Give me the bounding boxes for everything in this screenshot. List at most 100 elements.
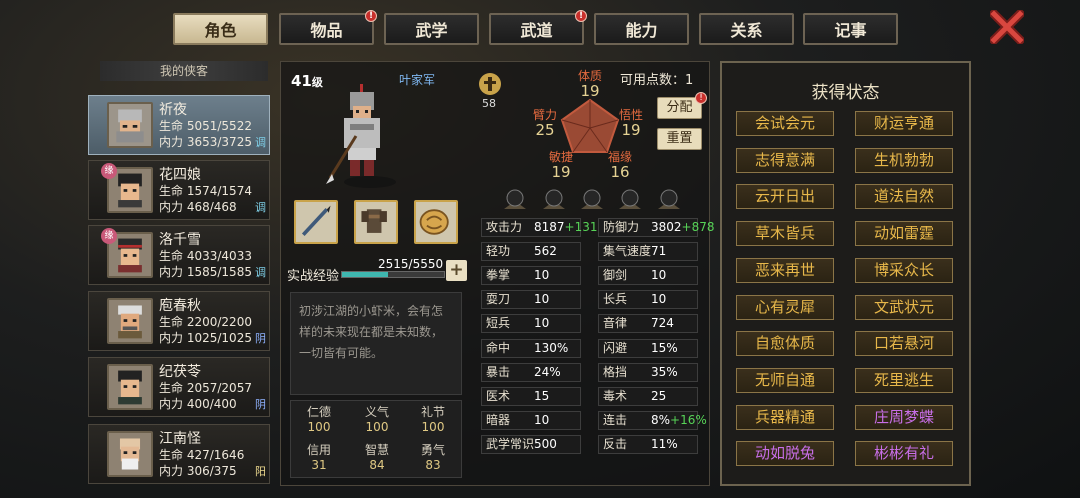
martial-emblem-icon	[479, 73, 501, 95]
hp-line: 生命 2200/2200	[159, 313, 252, 330]
status-item[interactable]: 口若悬河	[855, 331, 953, 357]
add-exp-button[interactable]: +	[446, 260, 467, 281]
status-item[interactable]: 兵器精通	[736, 404, 834, 430]
weapon-slot[interactable]	[294, 200, 338, 244]
stat-row: 连击 8%+16%	[598, 410, 707, 430]
empty-orb-slot-icon[interactable]	[579, 187, 605, 213]
stat-row: 暴击 24%	[481, 362, 581, 382]
status-item[interactable]: 心有灵犀	[736, 294, 834, 320]
character-card-huasiniang[interactable]: 缘 花四娘 生命 1574/1574 内力 468/468 调	[88, 160, 270, 220]
mp-value: 1585/1585	[186, 265, 252, 279]
points-label: 可用点数：	[620, 73, 686, 88]
character-card-jiangnanguai[interactable]: 江南怪 生命 427/1646 内力 306/375 阳	[88, 424, 270, 484]
empty-orb-slot-icon[interactable]	[541, 187, 567, 213]
status-item[interactable]: 恶来再世	[736, 257, 834, 283]
bun-icon	[419, 209, 449, 235]
attribute-pentagon	[560, 98, 620, 153]
status-item[interactable]: 文武状元	[855, 294, 953, 320]
virtue-cell: 信用 31	[291, 441, 347, 472]
empty-orb-slot-icon[interactable]	[617, 187, 643, 213]
status-item[interactable]: 自愈体质	[736, 331, 834, 357]
status-item[interactable]: 财运亨通	[855, 111, 953, 136]
tab-label: 角色	[204, 21, 237, 40]
hp-label: 生命	[159, 448, 184, 462]
stat-number: 11%	[651, 436, 678, 451]
stat-number: 10	[534, 412, 550, 427]
status-item[interactable]: 会试会元	[736, 111, 834, 136]
allocate-button[interactable]: 分配!	[657, 92, 707, 119]
status-item[interactable]: 道法自然	[855, 184, 953, 210]
empty-orb-slot-icon[interactable]	[502, 187, 528, 213]
tab-items[interactable]: 物品!	[279, 10, 377, 45]
empty-orb-slot-icon[interactable]	[656, 187, 682, 213]
status-item[interactable]: 无师自通	[736, 367, 834, 393]
stat-value: 35%	[651, 364, 678, 381]
attribute-value: 19	[621, 121, 641, 139]
tab-abilities[interactable]: 能力	[594, 13, 689, 45]
stat-row: 轻功 562	[481, 242, 581, 262]
virtue-value: 100	[421, 420, 445, 434]
hp-value: 427/1646	[186, 448, 245, 462]
virtue-value: 100	[365, 420, 389, 434]
stat-number: 724	[651, 316, 674, 331]
stat-row: 长兵 10	[598, 290, 698, 310]
status-item[interactable]: 博采众长	[855, 257, 953, 283]
tab-martial-way[interactable]: 武道!	[489, 10, 587, 45]
character-card-jifuling[interactable]: 纪茯苓 生命 2057/2057 内力 400/400 阴	[88, 357, 270, 417]
character-card-luoqianxue[interactable]: 缘 洛千雪 生命 4033/4033 内力 1585/1585 调	[88, 225, 270, 285]
stat-value: 562	[534, 243, 557, 260]
tab-martial-arts[interactable]: 武学	[384, 13, 479, 45]
tab-journal[interactable]: 记事	[803, 13, 898, 45]
mp-line: 内力 306/375	[159, 462, 237, 479]
hp-value: 2057/2057	[186, 381, 252, 395]
stat-row: 拳掌 10	[481, 266, 581, 286]
status-tag: 调	[255, 266, 266, 279]
reset-button[interactable]: 重置	[657, 128, 702, 150]
status-item[interactable]: 庄周梦蝶	[855, 404, 953, 430]
stat-label: 暗器	[486, 412, 511, 427]
status-tag: 阴	[255, 332, 266, 345]
status-tag: 阳	[255, 465, 266, 478]
accessory-slot[interactable]	[414, 200, 458, 244]
virtues-grid: 仁德 100 义气 100 礼节 100 信用 31 智慧 84 勇气 83	[290, 400, 462, 478]
status-item[interactable]: 动如脱兔	[736, 441, 834, 467]
tab-relations[interactable]: 关系	[699, 13, 794, 45]
stat-label: 御剑	[603, 268, 628, 283]
tab-role[interactable]: 角色	[173, 13, 268, 45]
attribute-minjie: 敏捷 19	[543, 150, 579, 180]
hp-line: 生命 1574/1574	[159, 182, 252, 199]
armor-slot[interactable]	[354, 200, 398, 244]
stat-bonus: +878	[681, 220, 715, 234]
attribute-value: 19	[580, 82, 600, 100]
attribute-wuxing: 悟性 19	[613, 108, 649, 138]
stat-value: 3802+878	[651, 219, 715, 236]
stat-number: 500	[534, 436, 557, 451]
stat-number: 3802	[651, 220, 682, 234]
stat-number: 35%	[651, 364, 678, 379]
close-icon[interactable]	[990, 10, 1024, 44]
stat-value: 130%	[534, 340, 568, 357]
stat-value: 10	[534, 267, 549, 284]
exp-fill	[342, 272, 389, 277]
stat-label: 短兵	[486, 316, 511, 331]
hp-label: 生命	[159, 184, 184, 198]
stat-row: 音律 724	[598, 314, 698, 334]
character-card-paochunqiu[interactable]: 庖春秋 生命 2200/2200 内力 1025/1025 阴	[88, 291, 270, 351]
stat-number: 15	[534, 388, 550, 403]
mp-label: 内力	[159, 135, 184, 149]
character-card-qiye[interactable]: 祈夜 生命 5051/5522 内力 3653/3725 调	[88, 95, 270, 155]
status-item[interactable]: 云开日出	[736, 184, 834, 210]
tab-label: 记事	[834, 21, 867, 40]
status-item[interactable]: 志得意满	[736, 147, 834, 173]
stat-number: 10	[651, 268, 667, 283]
notification-dot: !	[695, 92, 707, 104]
status-item[interactable]: 草木皆兵	[736, 221, 834, 247]
stat-value: 10	[534, 291, 549, 308]
virtue-name: 勇气	[420, 443, 445, 457]
mp-line: 内力 3653/3725	[159, 133, 252, 150]
status-item[interactable]: 死里逃生	[855, 367, 953, 393]
stat-value: 10	[534, 412, 549, 429]
status-item[interactable]: 动如雷霆	[855, 221, 953, 247]
status-item[interactable]: 彬彬有礼	[855, 441, 953, 467]
status-item[interactable]: 生机勃勃	[855, 147, 953, 173]
